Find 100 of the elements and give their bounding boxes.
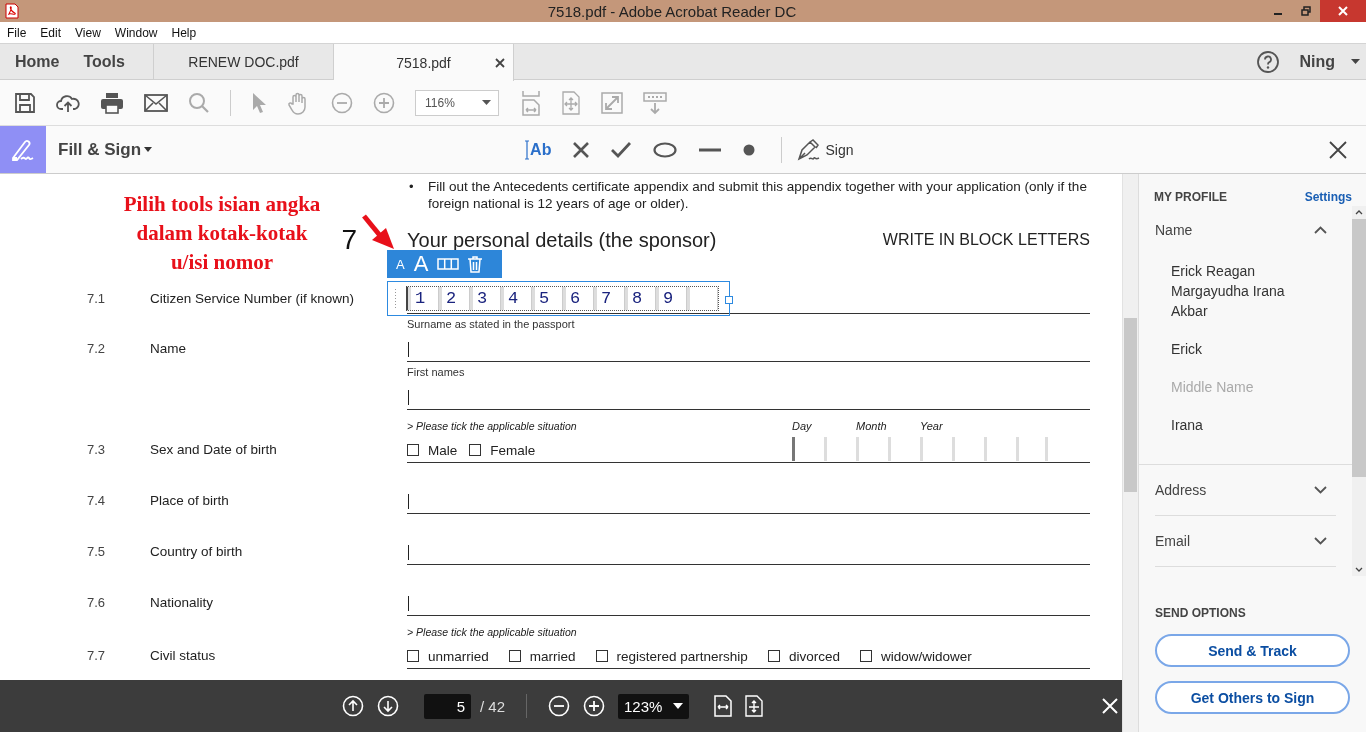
profile-value[interactable]: Erick (1171, 339, 1311, 359)
help-icon[interactable] (1256, 49, 1281, 74)
send-option-button[interactable]: Get Others to Sign (1155, 681, 1350, 714)
checkbox[interactable] (859, 650, 872, 662)
item-number: 7.5 (87, 544, 106, 559)
text-cursor-icon (525, 139, 530, 160)
comb-text-field[interactable]: 1 2 3 4 5 6 7 8 9 (387, 281, 730, 316)
menu-item[interactable]: Help (171, 25, 197, 40)
comb-digit: 8 (625, 287, 656, 310)
comb-digit: 6 (563, 287, 594, 310)
save-icon[interactable] (14, 91, 36, 114)
increase-font-button[interactable]: A (413, 251, 429, 277)
check-mark-icon[interactable] (611, 141, 632, 158)
caret-icon[interactable] (144, 147, 153, 152)
dot-icon[interactable] (743, 143, 756, 156)
checkbox[interactable] (508, 650, 521, 662)
annotation-text: Pilih tools isian angka dalam kotak-kotak u/isi nomor (122, 191, 322, 276)
section-note: WRITE IN BLOCK LETTERS (882, 231, 1090, 249)
trash-icon[interactable] (468, 255, 483, 273)
text-cursor (408, 545, 409, 560)
checkbox[interactable] (407, 444, 419, 456)
scroll-down-icon[interactable] (1355, 567, 1363, 572)
document-tab[interactable]: 7518.pdf (334, 44, 514, 81)
restore-icon[interactable] (1301, 6, 1311, 16)
comb-field-icon[interactable] (437, 258, 460, 270)
hint-text: > Please tick the applicable situation (407, 420, 578, 432)
profile-section-label[interactable]: Name (1155, 221, 1193, 238)
comb-digit: 4 (501, 287, 532, 310)
date-part-label: Day (792, 420, 813, 432)
menu-item[interactable]: Edit (40, 25, 62, 40)
add-text-tool[interactable]: Ab (525, 139, 552, 160)
caret-icon[interactable] (673, 703, 684, 709)
section-title: Your personal details (the sponsor) (407, 228, 717, 252)
comb-digit: 3 (470, 287, 501, 310)
option-label: unmarried (428, 648, 489, 664)
panel-heading: MY PROFILE (1154, 190, 1228, 204)
checkbox[interactable] (407, 650, 419, 662)
cross-mark-icon[interactable] (573, 141, 590, 158)
option-label: divorced (788, 648, 840, 664)
scrollbar[interactable] (1352, 206, 1366, 576)
field-label: Place of birth (150, 493, 229, 508)
caret-icon[interactable] (1351, 59, 1360, 64)
page-number-field[interactable]: 5 (424, 693, 471, 719)
checkbox[interactable] (767, 650, 780, 662)
window-title: 7518.pdf - Adobe Acrobat Reader DC (547, 2, 797, 20)
zoom-dropdown[interactable]: 123% (618, 693, 690, 719)
checkbox[interactable] (595, 650, 608, 662)
previous-page-icon[interactable] (342, 695, 364, 717)
profile-section-label[interactable]: Email (1155, 533, 1190, 549)
hint-text: > Please tick the applicable situation (407, 626, 578, 638)
chevron-down-icon[interactable] (1314, 486, 1327, 494)
nav-link[interactable]: Tools (83, 52, 125, 71)
chevron-up-icon[interactable] (1314, 225, 1327, 234)
tab-label: RENEW DOC.pdf (188, 53, 299, 70)
print-icon[interactable] (100, 91, 124, 114)
page-total: / 42 (480, 697, 506, 715)
decrease-font-button[interactable]: A (396, 256, 405, 272)
resize-handle[interactable] (725, 296, 733, 304)
sign-button[interactable]: Sign (797, 138, 854, 161)
close-window-button[interactable] (1320, 0, 1366, 22)
next-page-icon[interactable] (377, 695, 399, 717)
field-label: Nationality (150, 595, 214, 610)
panel-heading: SEND OPTIONS (1155, 606, 1247, 620)
ellipse-icon[interactable] (653, 141, 678, 158)
menu-item[interactable]: Window (114, 25, 158, 40)
scrollbar[interactable] (1122, 174, 1138, 732)
zoom-dropdown[interactable]: 116% (415, 89, 499, 116)
fill-sign-menu[interactable]: Fill & Sign (58, 139, 142, 160)
field-label: Citizen Service Number (if known) (150, 291, 355, 306)
item-number: 7.6 (87, 595, 106, 610)
profile-value[interactable]: Irana (1171, 415, 1311, 435)
drag-handle-icon[interactable] (394, 288, 397, 309)
option-label: Male (428, 442, 458, 458)
close-tab-icon[interactable] (495, 57, 505, 68)
fill-sign-tile[interactable] (0, 126, 46, 173)
settings-link[interactable]: Settings (1304, 190, 1352, 204)
field-label: Country of birth (150, 544, 243, 559)
close-icon[interactable] (1329, 140, 1347, 159)
line-icon[interactable] (699, 147, 722, 152)
item-number: 7.3 (87, 442, 106, 457)
instruction-text: Fill out the Antecedents certificate appendix and submit this appendix together with your application (only if the foreign national is 12 years of age or older). (428, 178, 1088, 212)
mail-icon[interactable] (144, 93, 168, 112)
profile-section-label[interactable]: Address (1155, 482, 1207, 498)
text-cursor (408, 596, 409, 611)
pdf-app-icon (4, 3, 20, 19)
menu-item[interactable]: File (7, 25, 27, 40)
option-label: registered partnership (616, 648, 748, 664)
nav-link[interactable]: Home (15, 52, 60, 71)
send-option-button[interactable]: Send & Track (1155, 634, 1350, 667)
date-part-label: Month (856, 420, 888, 432)
field-caption: First names (407, 366, 465, 378)
item-number: 7.1 (87, 291, 106, 306)
menu-item[interactable]: View (75, 25, 101, 40)
option-label: widow/widower (880, 648, 972, 664)
checkbox[interactable] (469, 444, 482, 456)
chevron-down-icon[interactable] (1314, 537, 1327, 545)
profile-value[interactable]: Erick Reagan Margayudha Irana Akbar (1171, 261, 1311, 321)
user-name[interactable]: Ning (1299, 52, 1335, 71)
caret-icon[interactable] (482, 100, 491, 105)
scroll-up-icon[interactable] (1355, 210, 1363, 215)
